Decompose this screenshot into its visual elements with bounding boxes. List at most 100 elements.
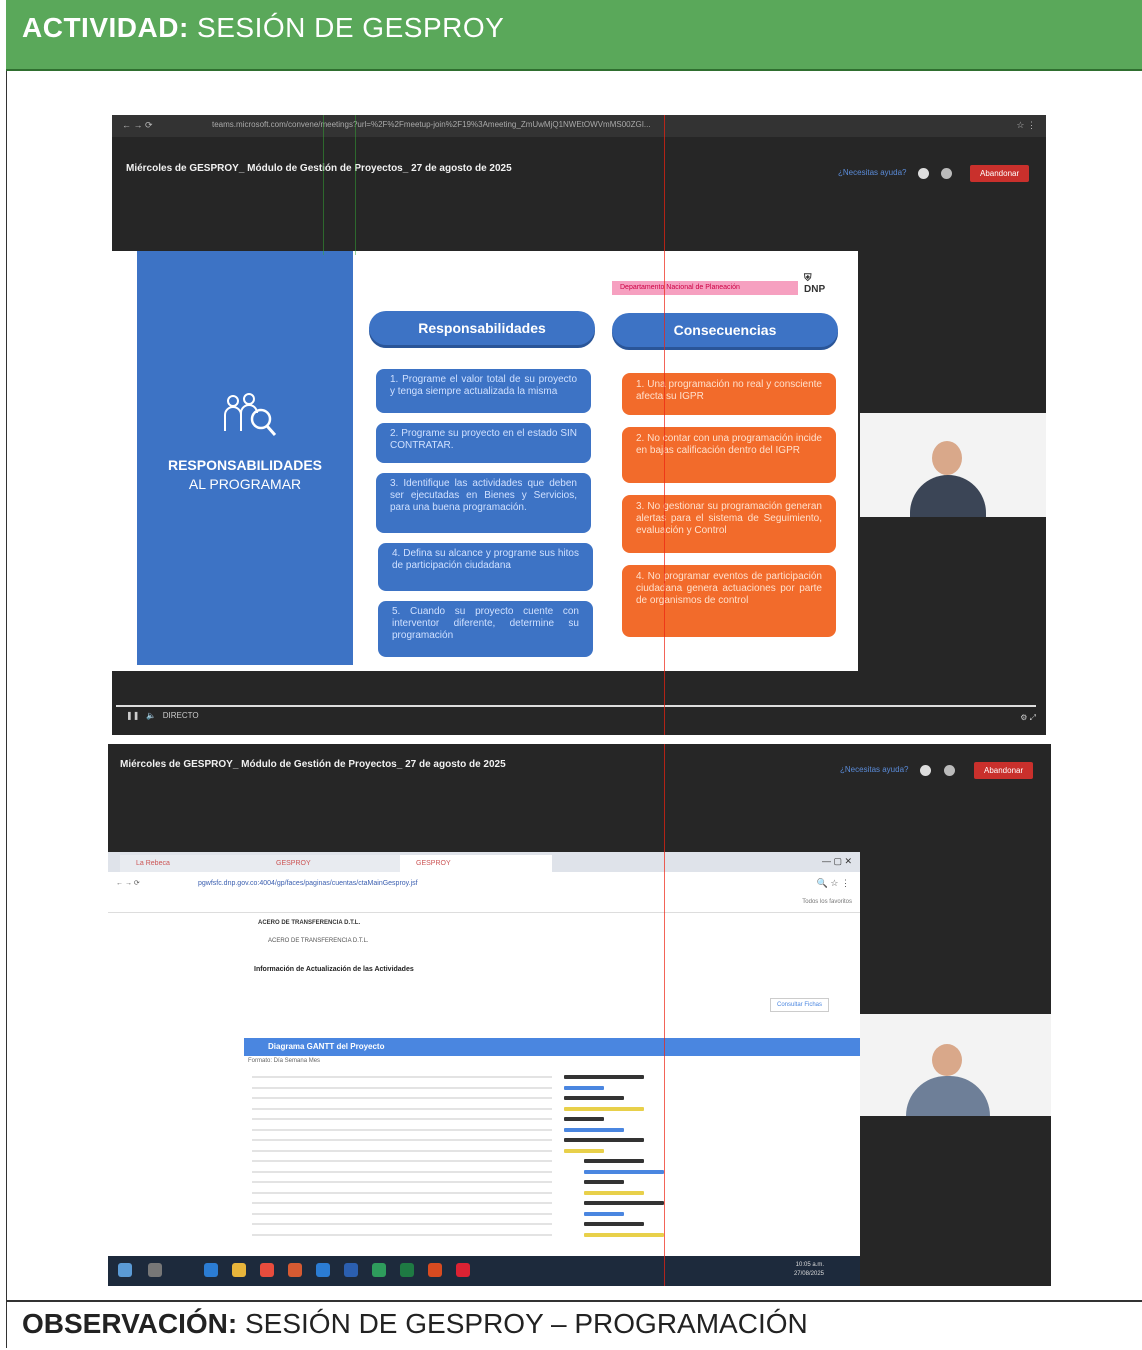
tab-gesproy-1[interactable]: GESPROY [260, 855, 412, 872]
observation-title: OBSERVACIÓN: SESIÓN DE GESPROY – PROGRAM… [22, 1308, 808, 1339]
scan-line [664, 115, 665, 735]
scan-line [323, 115, 324, 255]
gantt-row [252, 1118, 552, 1120]
tab-gesproy-2[interactable]: GESPROY [400, 855, 552, 872]
gantt-row [252, 1233, 552, 1236]
video-controls[interactable]: ❚❚ 🔈 DIRECTO [126, 711, 199, 720]
windows-taskbar: 10:05 a.m. 27/08/2025 [108, 1256, 860, 1286]
gantt-bar [584, 1190, 644, 1195]
excel-icon[interactable] [372, 1263, 386, 1277]
info-icon[interactable] [918, 168, 929, 179]
app-icon[interactable] [288, 1263, 302, 1277]
gantt-bar [584, 1201, 664, 1205]
outlook-icon[interactable] [316, 1263, 330, 1277]
gantt-row [252, 1170, 552, 1173]
consecuencia-item: 4. No programar eventos de participación… [622, 565, 836, 637]
scan-line [664, 744, 665, 1286]
gantt-bar [564, 1075, 644, 1079]
browser-actions-icon[interactable]: 🔍 ☆ ⋮ [817, 878, 850, 889]
shared-browser-window: La Rebeca GESPROY GESPROY — ▢ ✕ ← → ⟳ pg… [108, 852, 870, 1286]
search-icon[interactable] [148, 1263, 162, 1277]
browser-toolbar: ← → ⟳ teams.microsoft.com/convene/meetin… [112, 115, 1046, 137]
gantt-bar [564, 1117, 604, 1121]
people-icon[interactable] [944, 765, 955, 776]
gantt-row [252, 1139, 552, 1141]
gantt-bar [584, 1180, 624, 1184]
gantt-row [252, 1160, 552, 1162]
browser-menu-icon[interactable]: ☆ ⋮ [1016, 120, 1036, 131]
participant-avatar [932, 1044, 962, 1076]
meeting-title: Miércoles de GESPROY_ Módulo de Gestión … [126, 163, 512, 174]
start-icon[interactable] [118, 1263, 132, 1277]
responsabilidad-item: 4. Defina su alcance y programe sus hito… [378, 543, 593, 591]
gantt-row [252, 1212, 552, 1215]
consult-button[interactable]: Consultar Fichas [770, 998, 830, 1012]
gantt-row [252, 1191, 552, 1194]
nav-icons[interactable]: ← → ⟳ [122, 120, 153, 131]
responsabilidad-item: 5. Cuando su proyecto cuente con interve… [378, 601, 593, 657]
responsabilidad-item: 3. Identifique las actividades que deben… [376, 473, 591, 533]
nav-icons[interactable]: ← → ⟳ [116, 879, 140, 887]
gantt-row [252, 1149, 552, 1152]
leave-button[interactable]: Abandonar [974, 762, 1034, 779]
meeting-screenshot-2: Miércoles de GESPROY_ Módulo de Gestión … [108, 744, 1051, 1286]
word-icon[interactable] [344, 1263, 358, 1277]
tab-rebeca[interactable]: La Rebeca [120, 855, 272, 872]
consecuencia-item: 1. Una programación no real y consciente… [622, 373, 836, 415]
meeting-screenshot-1: ← → ⟳ teams.microsoft.com/convene/meetin… [112, 115, 1046, 735]
gantt-format: Formato: Día Semana Mes [248, 1058, 321, 1064]
help-link[interactable]: ¿Necesitas ayuda? [840, 765, 908, 774]
video-progress[interactable] [116, 705, 1036, 707]
folder-icon[interactable] [232, 1263, 246, 1277]
url-bar[interactable]: teams.microsoft.com/convene/meetings?url… [212, 120, 651, 129]
table-row: ACERO DE TRANSFERENCIA D.T.L. [268, 938, 369, 944]
dnp-logo: ⛨ DNP [804, 273, 826, 295]
observation-footer: OBSERVACIÓN: SESIÓN DE GESPROY – PROGRAM… [6, 1300, 1142, 1350]
gantt-bar [564, 1096, 624, 1100]
slide-left-panel: RESPONSABILIDADES AL PROGRAMAR [137, 251, 353, 665]
teams-icon[interactable] [400, 1263, 414, 1277]
activity-title: ACTIVIDAD: SESIÓN DE GESPROY [22, 12, 505, 43]
gantt-row [252, 1076, 552, 1078]
gantt-row [252, 1086, 552, 1089]
gantt-bar [584, 1232, 664, 1237]
gantt-row [252, 1181, 552, 1183]
participant-video [860, 1014, 1051, 1116]
gantt-bar [564, 1138, 644, 1142]
window-controls[interactable]: — ▢ ✕ [822, 856, 852, 867]
info-icon[interactable] [920, 765, 931, 776]
gantt-bar [584, 1222, 644, 1226]
activity-header: ACTIVIDAD: SESIÓN DE GESPROY [6, 0, 1142, 71]
gantt-bar [564, 1106, 644, 1111]
chrome-icon[interactable] [260, 1263, 274, 1277]
consecuencias-title: Consecuencias [612, 313, 838, 347]
gantt-bar [564, 1148, 604, 1153]
dnp-banner: Departamento Nacional de Planeación [612, 281, 798, 295]
section-title: Información de Actualización de las Acti… [254, 966, 414, 973]
slide-left-title: RESPONSABILIDADES AL PROGRAMAR [167, 457, 323, 492]
responsabilidad-item: 2. Programe su proyecto en el estado SIN… [376, 423, 591, 463]
gantt-bar [584, 1169, 664, 1174]
table-row-head: ACERO DE TRANSFERENCIA D.T.L. [258, 920, 361, 926]
gantt-row [252, 1202, 552, 1204]
gantt-bar [564, 1085, 604, 1090]
fullscreen-icon[interactable]: ⚙ ⤢ [1020, 713, 1036, 723]
taskbar-clock: 10:05 a.m. 27/08/2025 [793, 1262, 824, 1277]
leave-button[interactable]: Abandonar [970, 165, 1030, 182]
edge-icon[interactable] [204, 1263, 218, 1277]
help-link[interactable]: ¿Necesitas ayuda? [838, 168, 906, 177]
responsabilidades-title: Responsabilidades [369, 311, 595, 345]
meeting-title: Miércoles de GESPROY_ Módulo de Gestión … [120, 759, 506, 770]
address-bar[interactable]: ← → ⟳ pgwfsfc.dnp.gov.co:4004/gp/faces/p… [108, 872, 860, 896]
gantt-bar [584, 1159, 644, 1163]
powerpoint-icon[interactable] [428, 1263, 442, 1277]
consecuencia-item: 2. No contar con una programación incide… [622, 427, 836, 483]
gantt-header: Diagrama GANTT del Proyecto [244, 1038, 870, 1056]
responsabilidad-item: 1. Programe el valor total de su proyect… [376, 369, 591, 413]
pdf-icon[interactable] [456, 1263, 470, 1277]
presentation-slide: RESPONSABILIDADES AL PROGRAMAR Departame… [112, 251, 858, 671]
scan-line [355, 115, 356, 255]
all-bookmarks[interactable]: Todos los favoritos [802, 899, 852, 905]
people-icon[interactable] [941, 168, 952, 179]
participant-video [860, 413, 1046, 517]
